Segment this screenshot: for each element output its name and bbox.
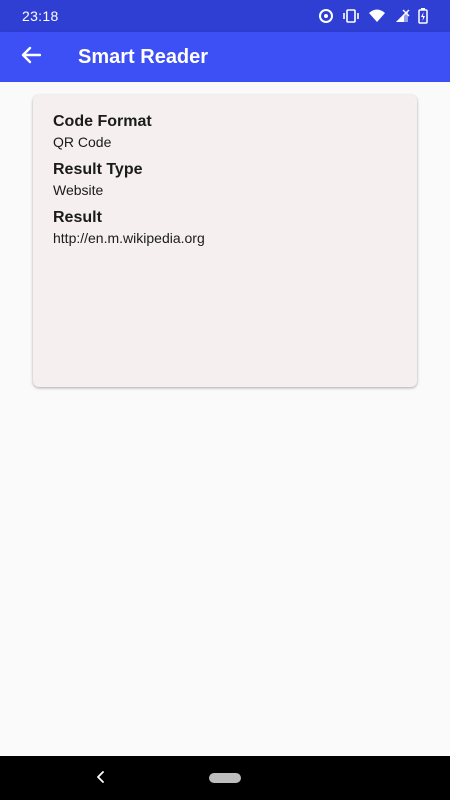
app-bar: Smart Reader — [0, 32, 450, 82]
arrow-back-icon — [21, 46, 42, 69]
navigation-bar — [0, 756, 450, 800]
result-field: Result http://en.m.wikipedia.org — [53, 207, 397, 248]
result-type-value: Website — [53, 182, 104, 198]
result-card: Code Format QR Code Result Type Website … — [33, 95, 417, 387]
signal-icon — [394, 8, 410, 24]
status-time: 23:18 — [22, 8, 59, 24]
sync-icon — [318, 8, 334, 24]
result-label: Result — [53, 209, 102, 226]
vibrate-icon — [342, 8, 360, 24]
code-format-value: QR Code — [53, 134, 112, 150]
chevron-left-icon[interactable] — [94, 768, 106, 791]
code-format-label: Code Format — [53, 113, 152, 130]
status-icons — [318, 8, 428, 24]
code-format-field: Code Format QR Code — [53, 111, 397, 152]
home-pill-icon[interactable] — [209, 773, 241, 783]
main-content: Code Format QR Code Result Type Website … — [0, 82, 450, 756]
result-value: http://en.m.wikipedia.org — [53, 230, 205, 246]
result-type-label: Result Type — [53, 161, 143, 178]
result-type-field: Result Type Website — [53, 159, 397, 200]
back-button[interactable] — [0, 32, 62, 82]
status-bar: 23:18 — [0, 0, 450, 32]
battery-icon — [418, 8, 428, 24]
page-title: Smart Reader — [78, 45, 209, 68]
wifi-icon — [368, 8, 386, 24]
